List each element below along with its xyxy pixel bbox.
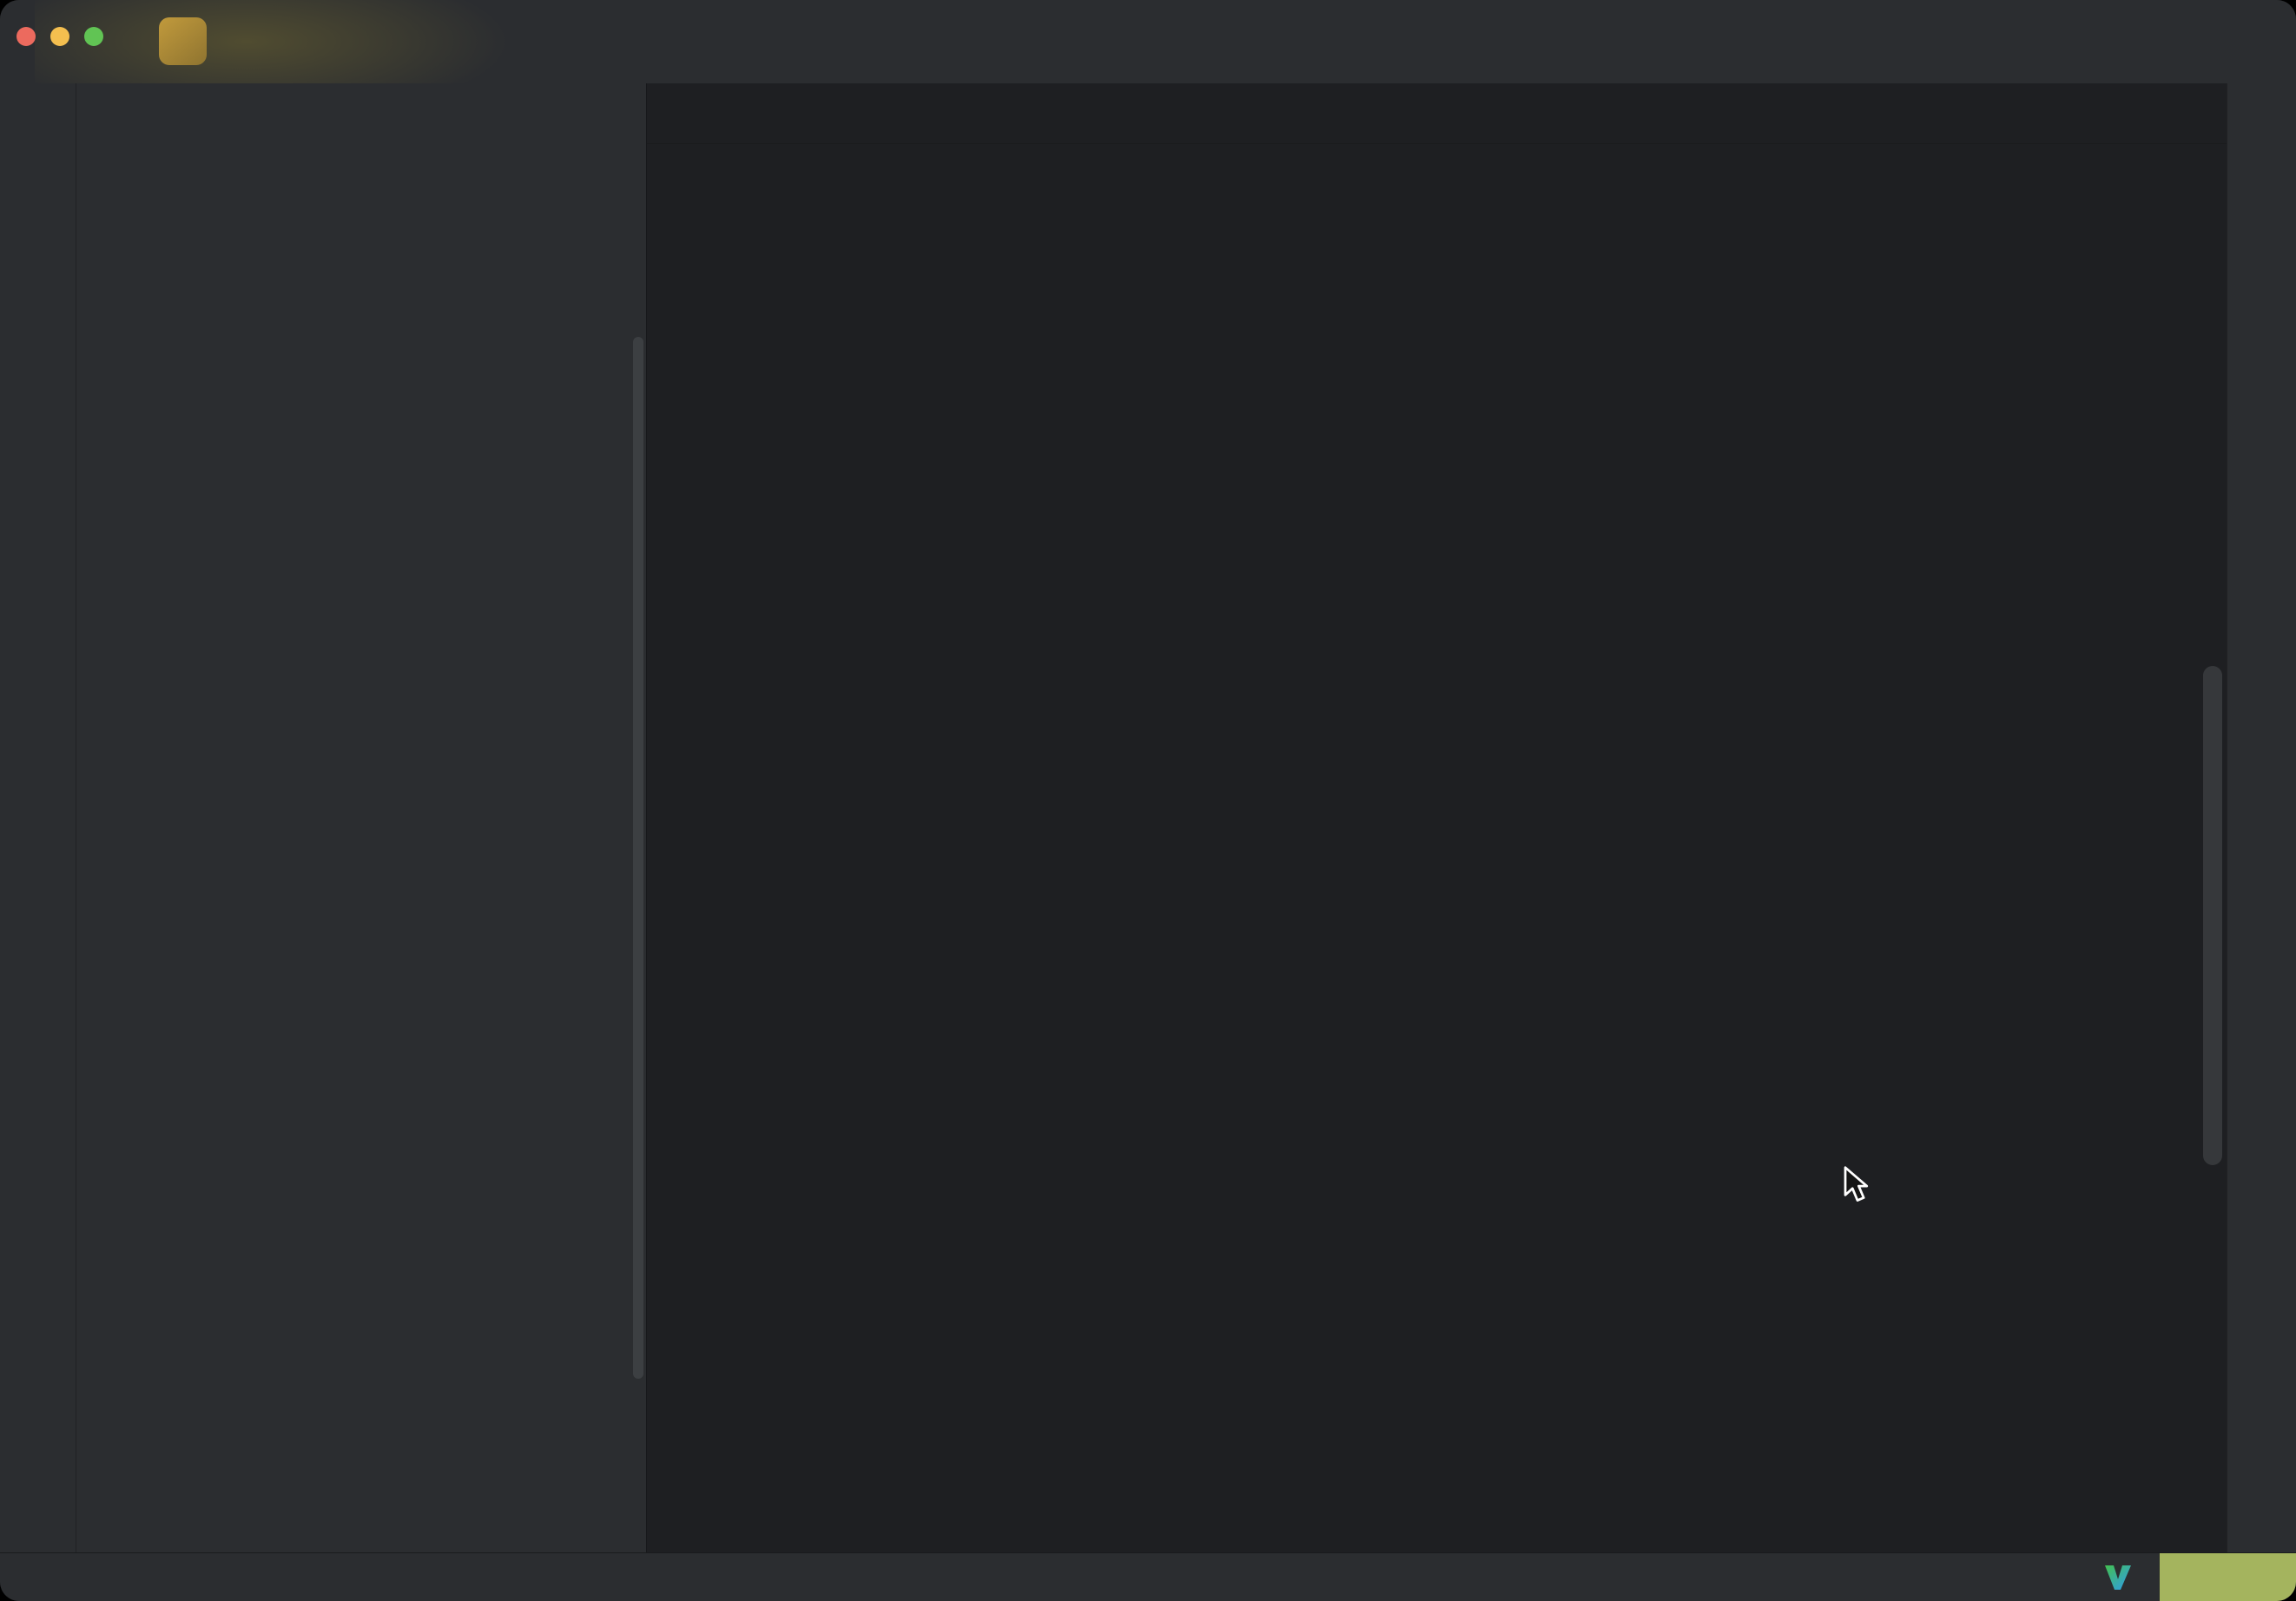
project-panel-header[interactable] — [76, 83, 646, 149]
project-widget[interactable] — [221, 0, 233, 83]
ide-window — [0, 0, 2296, 1601]
close-window-button[interactable] — [16, 27, 36, 46]
status-bar — [0, 1552, 2296, 1601]
editor-scrollbar[interactable] — [2203, 666, 2222, 1165]
right-tool-strip — [2227, 83, 2296, 1552]
vim-mode-badge[interactable] — [2160, 1553, 2296, 1601]
ideavim-icon[interactable] — [2101, 1561, 2134, 1598]
left-tool-strip — [0, 83, 76, 1552]
mouse-cursor — [1837, 1165, 1872, 1208]
editor-tab-bar — [647, 83, 2227, 144]
run-configuration-widget[interactable] — [1421, 0, 1445, 83]
project-scrollbar[interactable] — [633, 337, 643, 1379]
zoom-window-button[interactable] — [84, 27, 103, 46]
project-panel — [76, 83, 647, 1552]
title-bar — [0, 0, 2296, 83]
project-avatar — [159, 17, 207, 65]
editor-area[interactable] — [647, 83, 2227, 1552]
minimize-window-button[interactable] — [50, 27, 69, 46]
branch-widget[interactable] — [429, 0, 450, 83]
